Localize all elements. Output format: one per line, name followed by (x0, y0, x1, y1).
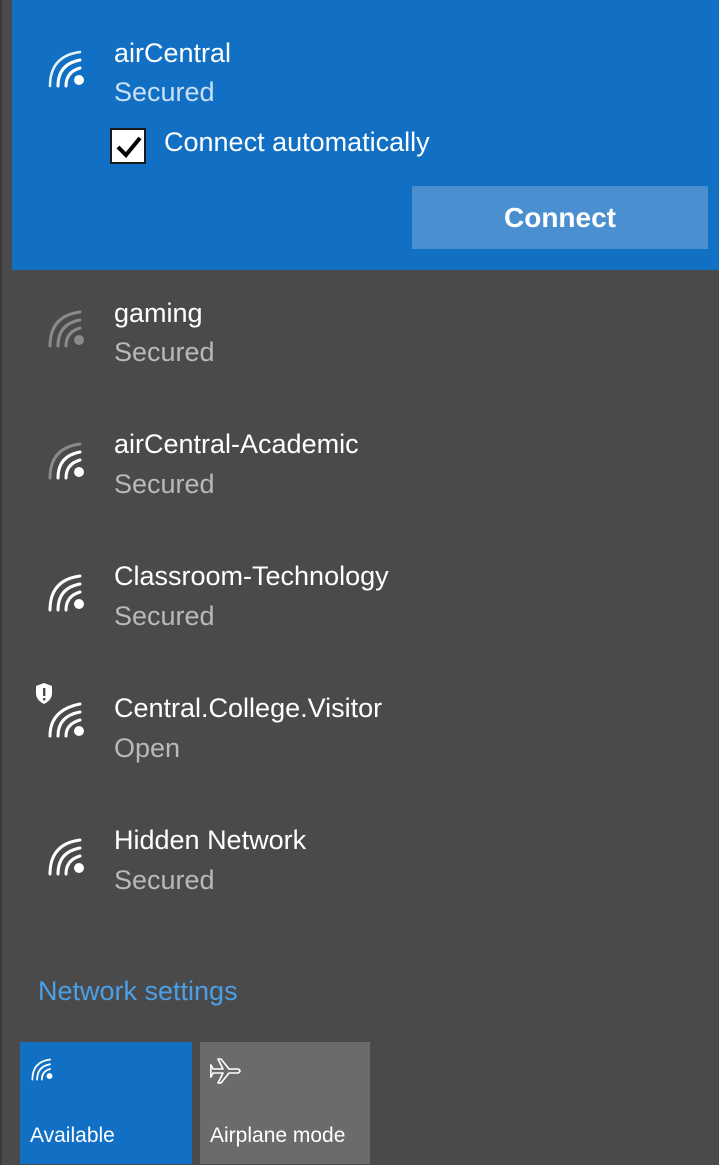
selected-network-item[interactable]: airCentral Secured Connect automatically… (12, 0, 719, 270)
network-name: Hidden Network (114, 825, 307, 855)
wifi-icon (48, 50, 84, 88)
wifi-icon (31, 1058, 53, 1081)
network-name: airCentral (114, 38, 232, 68)
tile-label: Airplane mode (210, 1124, 346, 1147)
airplane-icon (210, 1058, 241, 1084)
wifi-icon (48, 838, 84, 876)
connect-automatically-label: Connect automatically (164, 127, 430, 157)
network-status: Secured (114, 337, 215, 367)
network-status: Secured (114, 601, 215, 631)
wifi-open-shield-icon (36, 683, 84, 738)
network-name: gaming (114, 298, 203, 328)
wifi-icon (48, 574, 84, 612)
network-name: Central.College.Visitor (114, 693, 383, 723)
wifi-weak-icon (48, 310, 84, 348)
wifi-toggle-tile[interactable]: Available (20, 1042, 192, 1164)
network-name: airCentral-Academic (114, 429, 359, 459)
wifi-icon (48, 442, 84, 480)
airplane-mode-tile[interactable]: Airplane mode (200, 1042, 370, 1164)
network-status: Secured (114, 77, 215, 107)
network-status: Secured (114, 865, 215, 895)
network-settings-link[interactable]: Network settings (38, 976, 238, 1007)
tile-label: Available (30, 1124, 115, 1147)
checkmark-icon (116, 136, 142, 158)
network-status: Secured (114, 469, 215, 499)
connect-automatically-checkbox[interactable] (110, 128, 146, 164)
network-status: Open (114, 733, 181, 763)
network-flyout: airCentral Secured Connect automatically… (0, 0, 719, 1165)
network-name: Classroom-Technology (114, 561, 389, 591)
connect-button[interactable]: Connect (412, 186, 708, 249)
